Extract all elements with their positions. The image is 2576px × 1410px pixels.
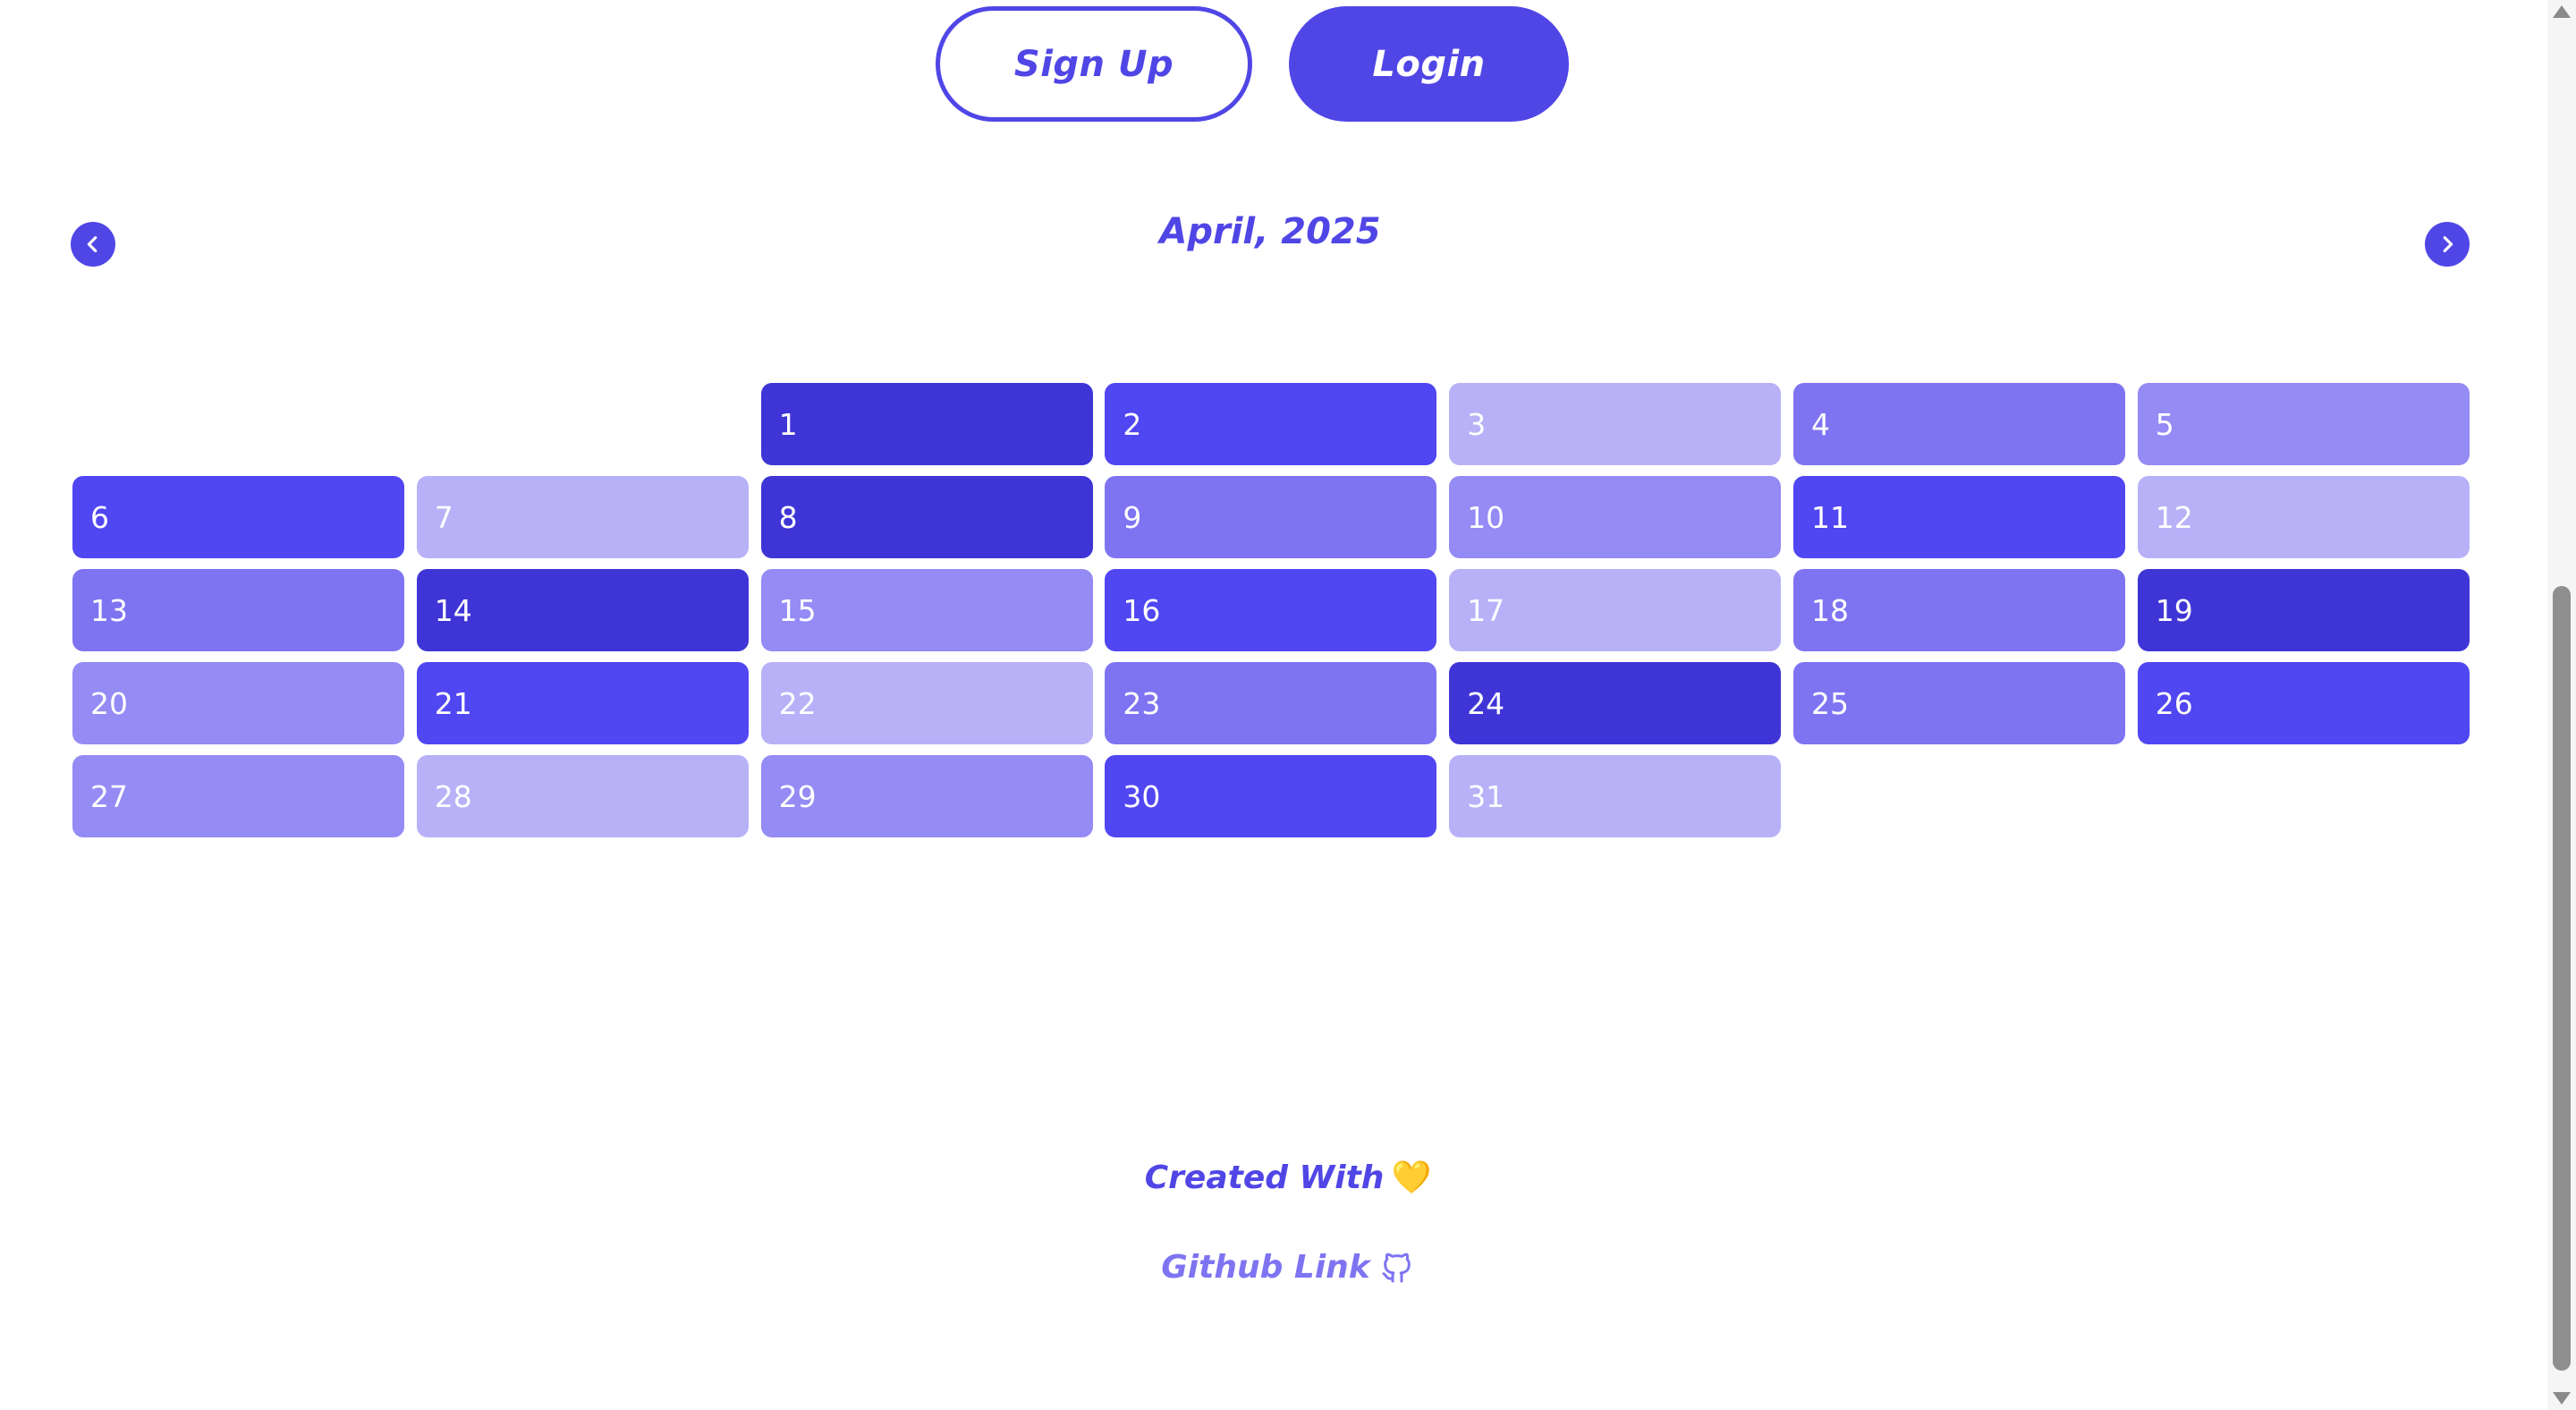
scroll-up-arrow-icon[interactable]	[2553, 5, 2571, 18]
calendar-day-22[interactable]: 22	[760, 662, 1093, 744]
calendar-day-label: 4	[1810, 406, 1830, 442]
calendar-day-label: 24	[1467, 685, 1505, 721]
calendar-day-11[interactable]: 11	[1792, 476, 2125, 558]
calendar-day-label: 30	[1123, 778, 1161, 814]
calendar-empty-cell	[72, 383, 404, 465]
calendar-day-label: 31	[1467, 778, 1505, 814]
calendar-day-21[interactable]: 21	[416, 662, 749, 744]
calendar-day-4[interactable]: 4	[1792, 383, 2125, 465]
calendar-day-label: 17	[1467, 592, 1505, 628]
calendar-day-24[interactable]: 24	[1449, 662, 1782, 744]
calendar-day-2[interactable]: 2	[1105, 383, 1437, 465]
login-button[interactable]: Login	[1289, 6, 1569, 122]
scrollbar-thumb[interactable]	[2553, 586, 2571, 1371]
calendar-day-label: 22	[778, 685, 817, 721]
calendar-day-5[interactable]: 5	[2137, 383, 2470, 465]
heart-icon: 💛	[1391, 1159, 1432, 1196]
calendar-day-1[interactable]: 1	[760, 383, 1093, 465]
calendar-day-label: 27	[90, 778, 128, 814]
calendar-day-label: 29	[778, 778, 817, 814]
calendar-day-26[interactable]: 26	[2137, 662, 2470, 744]
calendar-day-20[interactable]: 20	[72, 662, 404, 744]
calendar-day-label: 19	[2155, 592, 2193, 628]
calendar-day-label: 20	[90, 685, 128, 721]
calendar-day-8[interactable]: 8	[760, 476, 1093, 558]
calendar-day-7[interactable]: 7	[416, 476, 749, 558]
calendar-day-label: 8	[778, 499, 798, 535]
calendar-day-31[interactable]: 31	[1449, 755, 1782, 837]
calendar-day-label: 11	[1810, 499, 1849, 535]
calendar-day-6[interactable]: 6	[72, 476, 404, 558]
github-link[interactable]: Github Link	[984, 1249, 1592, 1286]
calendar-day-12[interactable]: 12	[2137, 476, 2470, 558]
calendar-day-17[interactable]: 17	[1449, 569, 1782, 651]
chevron-left-icon	[87, 236, 97, 252]
calendar-day-10[interactable]: 10	[1449, 476, 1782, 558]
page: Sign Up Login April, 2025 1 2 3 4 5 6 7 8 9 10 11 1…	[0, 0, 2576, 1410]
calendar-day-14[interactable]: 14	[416, 569, 749, 651]
calendar-day-15[interactable]: 15	[760, 569, 1093, 651]
calendar-day-label: 13	[90, 592, 128, 628]
calendar-day-9[interactable]: 9	[1105, 476, 1437, 558]
calendar-day-16[interactable]: 16	[1105, 569, 1437, 651]
calendar-day-label: 16	[1123, 592, 1161, 628]
calendar-day-label: 23	[1123, 685, 1161, 721]
created-with-label: Created With	[1144, 1159, 1385, 1196]
calendar-day-label: 21	[434, 685, 472, 721]
calendar-empty-cell	[417, 383, 749, 465]
calendar-day-label: 5	[2155, 406, 2174, 442]
calendar-day-27[interactable]: 27	[72, 755, 404, 837]
calendar-day-29[interactable]: 29	[760, 755, 1093, 837]
calendar-day-30[interactable]: 30	[1105, 755, 1437, 837]
vertical-scrollbar[interactable]	[2547, 0, 2576, 1410]
calendar-day-label: 15	[778, 592, 817, 628]
month-title: April, 2025	[1159, 211, 1381, 252]
calendar-day-label: 10	[1467, 499, 1505, 535]
scroll-down-arrow-icon[interactable]	[2553, 1392, 2571, 1405]
calendar-day-3[interactable]: 3	[1449, 383, 1782, 465]
footer-created-with: Created With 💛	[984, 1159, 1592, 1196]
calendar-day-13[interactable]: 13	[72, 569, 404, 651]
calendar-day-label: 3	[1467, 406, 1487, 442]
calendar-day-19[interactable]: 19	[2137, 569, 2470, 651]
next-month-button[interactable]	[2425, 222, 2470, 267]
signup-button[interactable]: Sign Up	[936, 6, 1252, 122]
calendar-day-18[interactable]: 18	[1792, 569, 2125, 651]
calendar-day-label: 6	[90, 499, 109, 535]
previous-month-button[interactable]	[71, 222, 115, 267]
github-icon	[1382, 1253, 1411, 1282]
calendar-day-label: 25	[1810, 685, 1849, 721]
calendar-day-label: 14	[434, 592, 472, 628]
calendar-day-label: 1	[778, 406, 798, 442]
calendar-day-label: 26	[2155, 685, 2193, 721]
calendar-day-label: 7	[434, 499, 453, 535]
calendar-day-23[interactable]: 23	[1105, 662, 1437, 744]
calendar-day-25[interactable]: 25	[1792, 662, 2125, 744]
calendar-day-label: 9	[1123, 499, 1142, 535]
calendar-day-28[interactable]: 28	[416, 755, 749, 837]
calendar-day-label: 28	[434, 778, 472, 814]
calendar-grid: 1 2 3 4 5 6 7 8 9 10 11 12 13 14 15 16 17 18 19 20 21 22 23 24 2…	[72, 383, 2470, 837]
calendar-day-label: 12	[2155, 499, 2193, 535]
chevron-right-icon	[2443, 236, 2453, 252]
github-link-label: Github Link	[1161, 1249, 1370, 1286]
calendar-day-label: 18	[1810, 592, 1849, 628]
calendar-day-label: 2	[1123, 406, 1142, 442]
